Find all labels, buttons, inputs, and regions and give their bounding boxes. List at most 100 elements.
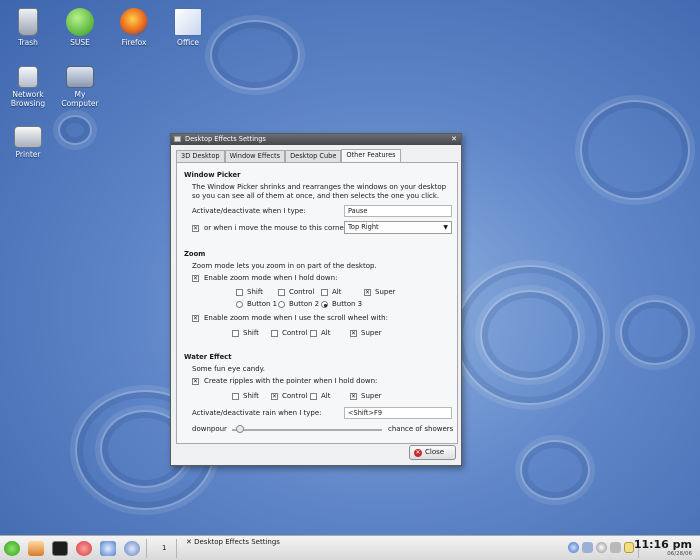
- zoom-button2-radio[interactable]: [278, 301, 285, 308]
- desktop-icon-label: Office: [177, 38, 199, 47]
- desktop-icon-printer[interactable]: Printer: [0, 126, 56, 159]
- taskbar-separator: [176, 539, 177, 558]
- water-ripples-label: Create ripples with the pointer when I h…: [204, 377, 378, 385]
- clock[interactable]: 11:16 pm 06/28/06: [634, 538, 692, 557]
- slider-left-label: downpour: [192, 425, 227, 433]
- zoom-scroll-checkbox[interactable]: ✕: [192, 315, 199, 322]
- zoom-super-checkbox[interactable]: ✕: [364, 289, 371, 296]
- window-titlebar[interactable]: Desktop Effects Settings ✕: [171, 134, 461, 145]
- zoom-alt-checkbox[interactable]: [321, 289, 328, 296]
- water-super-checkbox[interactable]: ✕: [350, 393, 357, 400]
- window-close-icon[interactable]: ✕: [450, 135, 458, 143]
- desktop-icon-firefox[interactable]: Firefox: [106, 8, 162, 47]
- trash-icon: [18, 8, 38, 36]
- ripple: [480, 290, 580, 380]
- tray-volume-icon[interactable]: [610, 542, 621, 553]
- tab-window-effects[interactable]: Window Effects: [224, 150, 286, 162]
- water-desc: Some fun eye candy.: [192, 365, 266, 373]
- clock-date: 06/28/06: [667, 551, 692, 557]
- desktop-icon-label: Firefox: [121, 38, 147, 47]
- water-heading: Water Effect: [184, 353, 232, 361]
- taskbar-separator: [146, 539, 147, 558]
- taskbar-task-desktop-effects[interactable]: ✕ Desktop Effects Settings: [186, 538, 280, 546]
- desktop-icon-label: My Computer: [61, 90, 99, 109]
- window-picker-activate-label: Activate/deactivate when I type:: [192, 207, 306, 215]
- desktop-icon-network-browsing[interactable]: Network Browsing: [0, 66, 56, 109]
- dropdown-arrow-icon: ▼: [443, 224, 448, 231]
- zoom-hold-checkbox[interactable]: ✕: [192, 275, 199, 282]
- zoom-alt-label: Alt: [332, 288, 342, 296]
- home-icon[interactable]: [28, 541, 44, 556]
- water-shift-checkbox[interactable]: [232, 393, 239, 400]
- zoom-hold-label: Enable zoom mode when I hold down:: [204, 274, 338, 282]
- zoom-button3-radio[interactable]: [321, 301, 328, 308]
- desktop-icon-label: Trash: [18, 38, 38, 47]
- zoom-shift-label: Shift: [247, 288, 263, 296]
- tray-search-icon[interactable]: [596, 542, 607, 553]
- water-control-checkbox[interactable]: ✕: [271, 393, 278, 400]
- ripple: [580, 100, 690, 200]
- window-picker-desc-1: The Window Picker shrinks and rearranges…: [192, 183, 447, 191]
- terminal-icon[interactable]: [52, 541, 68, 556]
- window-picker-corner-checkbox[interactable]: ✕: [192, 225, 199, 232]
- help-icon[interactable]: [100, 541, 116, 556]
- clock-time: 11:16 pm: [633, 538, 692, 551]
- water-ripples-checkbox[interactable]: ✕: [192, 378, 199, 385]
- desktop-icon-trash[interactable]: Trash: [0, 8, 56, 47]
- taskbar: 1 ✕ Desktop Effects Settings 11:16 pm 06…: [0, 535, 700, 560]
- window-picker-corner-label: or when i move the mouse to this corner:: [204, 224, 349, 232]
- window-menu-icon[interactable]: [174, 136, 181, 142]
- tray-network-icon[interactable]: [582, 542, 593, 553]
- zoom-scroll-super-checkbox[interactable]: ✕: [350, 330, 357, 337]
- zoom-scroll-alt-label: Alt: [321, 329, 331, 337]
- window-picker-corner-select[interactable]: Top Right ▼: [344, 221, 452, 234]
- settings-icon[interactable]: [76, 541, 92, 556]
- tab-3d-desktop[interactable]: 3D Desktop: [176, 150, 225, 162]
- start-menu-icon[interactable]: [4, 541, 20, 556]
- printer-icon: [14, 126, 42, 148]
- network-icon[interactable]: [124, 541, 140, 556]
- desktop-icon-my-computer[interactable]: My Computer: [52, 66, 108, 109]
- zoom-control-label: Control: [289, 288, 315, 296]
- tab-bar: 3D Desktop Window Effects Desktop Cube O…: [176, 149, 401, 162]
- workspace-pager[interactable]: 1: [162, 544, 166, 552]
- zoom-scroll-super-label: Super: [361, 329, 382, 337]
- water-rain-shortcut-field[interactable]: <Shift>F9: [344, 407, 452, 419]
- tools-icon: ✕: [186, 538, 192, 546]
- zoom-button3-label: Button 3: [332, 300, 363, 308]
- window-picker-desc-2: so you can see all of them at once, and …: [192, 192, 440, 200]
- office-icon: [174, 8, 202, 36]
- zoom-heading: Zoom: [184, 250, 206, 258]
- zoom-scroll-control-checkbox[interactable]: [271, 330, 278, 337]
- rain-slider-track[interactable]: [232, 429, 382, 431]
- water-alt-checkbox[interactable]: [310, 393, 317, 400]
- ripple: [520, 440, 590, 500]
- tab-other-features[interactable]: Other Features: [341, 149, 401, 162]
- zoom-scroll-shift-checkbox[interactable]: [232, 330, 239, 337]
- ripple: [58, 115, 92, 145]
- desktop-icon-label: Printer: [15, 150, 41, 159]
- zoom-control-checkbox[interactable]: [278, 289, 285, 296]
- ripple: [210, 20, 300, 90]
- zoom-scroll-control-label: Control: [282, 329, 308, 337]
- network-icon: [18, 66, 38, 88]
- tray-notes-icon[interactable]: [624, 542, 634, 553]
- close-icon: ✕: [414, 449, 422, 457]
- rain-slider-handle[interactable]: [235, 425, 244, 433]
- tab-desktop-cube[interactable]: Desktop Cube: [285, 150, 342, 162]
- zoom-super-label: Super: [375, 288, 396, 296]
- tray-updater-icon[interactable]: [568, 542, 579, 553]
- water-alt-label: Alt: [321, 392, 331, 400]
- window-title: Desktop Effects Settings: [185, 135, 266, 143]
- close-button-label: Close: [425, 448, 445, 456]
- corner-select-value: Top Right: [348, 223, 379, 231]
- desktop-icon-suse[interactable]: SUSE: [52, 8, 108, 47]
- suse-icon: [66, 8, 94, 36]
- window-picker-shortcut-field[interactable]: Pause: [344, 205, 452, 217]
- desktop-icon-label: Network Browsing: [10, 90, 46, 109]
- zoom-shift-checkbox[interactable]: [236, 289, 243, 296]
- desktop-icon-office[interactable]: Office: [160, 8, 216, 47]
- zoom-button1-radio[interactable]: [236, 301, 243, 308]
- zoom-scroll-alt-checkbox[interactable]: [310, 330, 317, 337]
- close-button[interactable]: ✕ Close: [409, 445, 456, 460]
